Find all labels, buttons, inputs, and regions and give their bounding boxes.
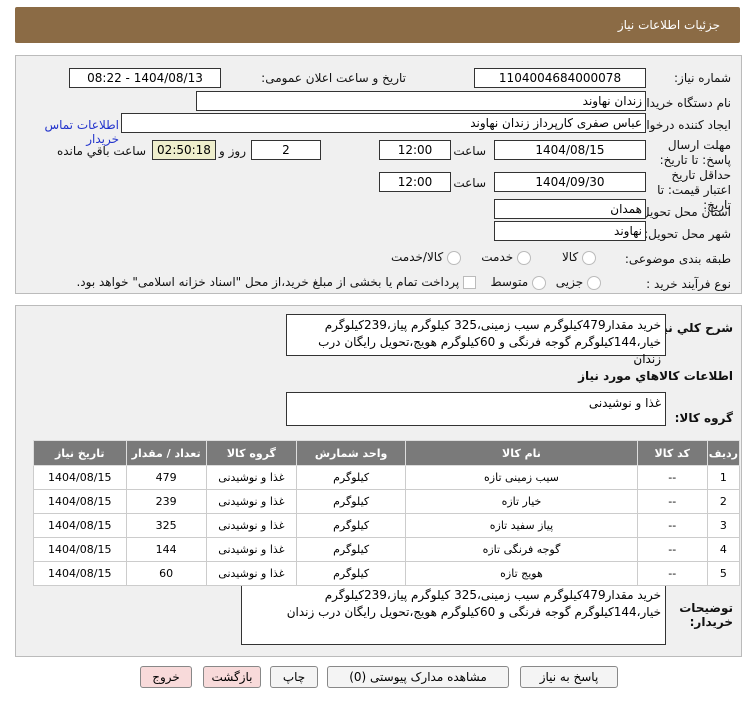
table-row[interactable]: 5 -- هویج تازه کیلوگرم غذا و نوشیدنی 60 1404/0… [33, 561, 741, 586]
radio-icon[interactable] [532, 275, 546, 290]
column-header: ردیف [706, 440, 741, 466]
column-header: گروه کالا [205, 440, 297, 466]
province-label: استان محل تحویل: [636, 205, 731, 219]
table-cell: کیلوگرم [295, 537, 407, 562]
table-cell: خیار تازه [405, 489, 638, 514]
table-cell: 4 [706, 537, 741, 562]
table-cell: 60 [125, 561, 207, 586]
table-cell: 325 [125, 513, 207, 538]
table-cell: غذا و نوشیدنی [205, 561, 297, 586]
group-textarea[interactable]: غذا و نوشیدنی [286, 392, 666, 426]
desc-textarea[interactable]: خرید مقدار479کیلوگرم سیب زمینی،325 کیلوگ… [286, 314, 666, 366]
column-header: کد کالا [636, 440, 708, 466]
deadline-time: 12:00 [379, 140, 451, 160]
deadline-date: 1404/08/15 [494, 140, 646, 160]
validity-time: 12:00 [379, 172, 451, 192]
need-no-field: 1104004684000078 [474, 68, 646, 88]
province-field: همدان [494, 199, 646, 219]
need-no-label: شماره نیاز: [674, 71, 731, 85]
table-cell: 5 [706, 561, 741, 586]
table-cell: غذا و نوشیدنی [205, 513, 297, 538]
remaining-time: 02:50:18 [152, 140, 216, 160]
goods-table: ردیف کد کالا نام کالا واحد شمارش گروه کالا تع… [33, 440, 741, 586]
table-cell: -- [636, 561, 708, 586]
table-cell: 1404/08/15 [33, 537, 127, 562]
table-cell: پیاز سفید تازه [405, 513, 638, 538]
remaining-label: ساعت باقي مانده [56, 144, 146, 158]
goods-title: اطلاعات کالاهاي مورد نياز [578, 369, 733, 383]
radio-icon[interactable] [447, 250, 461, 265]
view-docs-button[interactable]: مشاهده مدارک پیوستی (0) [327, 666, 509, 688]
buyer-field: زندان نهاوند [196, 91, 646, 111]
radio-icon[interactable] [582, 250, 596, 265]
radio-icon[interactable] [587, 275, 601, 290]
exit-button[interactable]: خروج [140, 666, 192, 688]
category-label: طبقه بندی موضوعی: [624, 252, 731, 266]
time-label: ساعت [453, 144, 486, 158]
table-cell: سیب زمینی تازه [405, 465, 638, 490]
page-header: جزئیات اطلاعات نیاز [15, 7, 740, 43]
reply-button[interactable]: پاسخ به نیاز [520, 666, 618, 688]
notes-label: توضیحات خریدار: [679, 601, 733, 629]
table-cell: گوجه فرنگی تازه [405, 537, 638, 562]
table-cell: 1404/08/15 [33, 465, 127, 490]
table-cell: کیلوگرم [295, 489, 407, 514]
creator-field: عباس صفری کارپرداز زندان نهاوند [121, 113, 646, 133]
table-cell: -- [636, 513, 708, 538]
table-cell: 3 [706, 513, 741, 538]
print-button[interactable]: چاپ [270, 666, 318, 688]
category-radio-service[interactable]: خدمت [481, 250, 531, 265]
table-cell: 1404/08/15 [33, 489, 127, 514]
process-label: نوع فرآیند خرید : [646, 277, 731, 291]
table-cell: -- [636, 537, 708, 562]
table-row[interactable]: 2 -- خیار تازه کیلوگرم غذا و نوشیدنی 239 1404/… [33, 489, 741, 514]
process-radio-small[interactable]: جزیی [556, 275, 601, 290]
column-header: تاریخ نیاز [33, 440, 127, 466]
table-cell: 2 [706, 489, 741, 514]
group-label: گروه کالا: [674, 411, 733, 425]
table-cell: غذا و نوشیدنی [205, 537, 297, 562]
table-cell: 1404/08/15 [33, 561, 127, 586]
treasury-checkbox[interactable]: پرداخت تمام یا بخشی از مبلغ خرید،از محل … [76, 275, 476, 289]
process-radio-medium[interactable]: متوسط [490, 275, 546, 290]
table-row[interactable]: 4 -- گوجه فرنگی تازه کیلوگرم غذا و نوشیدنی 14… [33, 537, 741, 562]
table-cell: -- [636, 465, 708, 490]
notes-textarea[interactable]: خرید مقدار479کیلوگرم سیب زمینی،325 کیلوگ… [241, 584, 666, 645]
table-cell: غذا و نوشیدنی [205, 465, 297, 490]
announce-label: تاریخ و ساعت اعلان عمومی: [261, 71, 406, 85]
announce-field: 1404/08/13 - 08:22 [69, 68, 221, 88]
table-cell: کیلوگرم [295, 513, 407, 538]
radio-icon[interactable] [517, 250, 531, 265]
table-cell: 1 [706, 465, 741, 490]
table-cell: 239 [125, 489, 207, 514]
page-title: جزئیات اطلاعات نیاز [617, 18, 720, 32]
back-button[interactable]: بازگشت [203, 666, 261, 688]
category-radio-goods[interactable]: کالا [562, 250, 596, 265]
table-cell: 1404/08/15 [33, 513, 127, 538]
table-cell: 144 [125, 537, 207, 562]
details-panel: شماره نیاز: 1104004684000078 تاریخ و ساع… [15, 55, 742, 294]
days-field: 2 [251, 140, 321, 160]
buyer-label: نام دستگاه خریدار: [636, 96, 732, 110]
deadline-label: مهلت ارسال پاسخ: تا تاریخ: [659, 138, 731, 167]
table-cell: غذا و نوشیدنی [205, 489, 297, 514]
column-header: نام کالا [405, 440, 638, 466]
city-label: شهر محل تحویل: [644, 227, 731, 241]
column-header: واحد شمارش [295, 440, 407, 466]
validity-date: 1404/09/30 [494, 172, 646, 192]
days-label: روز و [219, 144, 246, 158]
time-label-2: ساعت [453, 176, 486, 190]
table-row[interactable]: 3 -- پیاز سفید تازه کیلوگرم غذا و نوشیدنی 325… [33, 513, 741, 538]
city-field: نهاوند [494, 221, 646, 241]
table-row[interactable]: 1 -- سیب زمینی تازه کیلوگرم غذا و نوشیدنی 479… [33, 465, 741, 490]
table-cell: کیلوگرم [295, 465, 407, 490]
table-cell: -- [636, 489, 708, 514]
table-cell: 479 [125, 465, 207, 490]
table-cell: کیلوگرم [295, 561, 407, 586]
contact-buyer-link[interactable]: اطلاعات تماس خریدار [16, 118, 119, 146]
table-cell: هویج تازه [405, 561, 638, 586]
column-header: تعداد / مقدار [125, 440, 207, 466]
category-radio-both[interactable]: کالا/خدمت [391, 250, 461, 265]
